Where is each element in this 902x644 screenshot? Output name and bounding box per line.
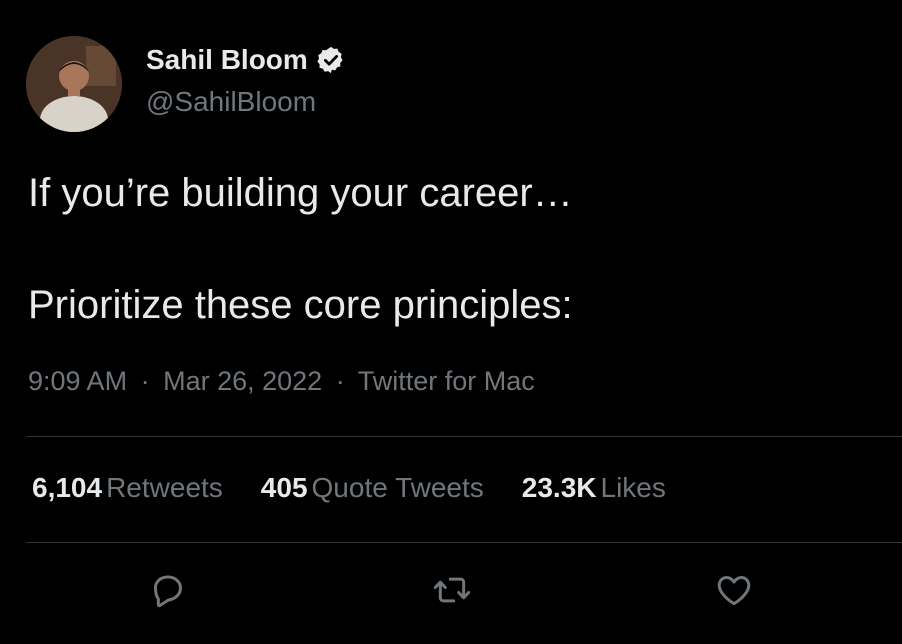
retweets-stat[interactable]: 6,104 Retweets <box>32 472 223 504</box>
divider <box>26 436 902 437</box>
action-bar <box>0 568 902 618</box>
divider <box>26 542 902 543</box>
tweet-source[interactable]: Twitter for Mac <box>358 366 535 396</box>
engagement-stats: 6,104 Retweets 405 Quote Tweets 23.3K Likes <box>32 472 666 504</box>
retweet-button[interactable] <box>430 568 474 612</box>
likes-stat[interactable]: 23.3K Likes <box>522 472 666 504</box>
speech-bubble-icon <box>154 575 182 608</box>
quote-tweets-count: 405 <box>260 472 308 503</box>
meta-separator: · <box>335 366 345 396</box>
tweet-line: If you’re building your career… <box>28 171 573 215</box>
retweets-count: 6,104 <box>32 472 103 503</box>
like-button[interactable] <box>712 568 756 612</box>
tweet-line: Prioritize these core principles: <box>28 283 573 327</box>
tweet-text: If you’re building your career… Prioriti… <box>28 165 872 333</box>
quote-tweets-stat[interactable]: 405 Quote Tweets <box>261 472 484 504</box>
verified-badge-icon <box>317 46 343 74</box>
author-display-name[interactable]: Sahil Bloom <box>146 44 308 76</box>
reply-button[interactable] <box>146 568 190 612</box>
retweets-label: Retweets <box>106 472 223 503</box>
avatar[interactable] <box>26 36 122 132</box>
author-name-row[interactable]: Sahil Bloom <box>146 44 346 76</box>
tweet-time[interactable]: 9:09 AM <box>28 366 127 396</box>
avatar-photo <box>26 36 122 132</box>
heart-icon <box>717 576 751 606</box>
tweet-date[interactable]: Mar 26, 2022 <box>163 366 322 396</box>
tweet-meta: 9:09 AM · Mar 26, 2022 · Twitter for Mac <box>28 366 541 397</box>
likes-label: Likes <box>600 472 666 503</box>
likes-count: 23.3K <box>521 472 597 503</box>
author-handle[interactable]: @SahilBloom <box>146 86 316 118</box>
retweet-arrows-icon <box>433 577 471 603</box>
meta-separator: · <box>140 366 150 396</box>
quote-tweets-label: Quote Tweets <box>311 472 484 503</box>
